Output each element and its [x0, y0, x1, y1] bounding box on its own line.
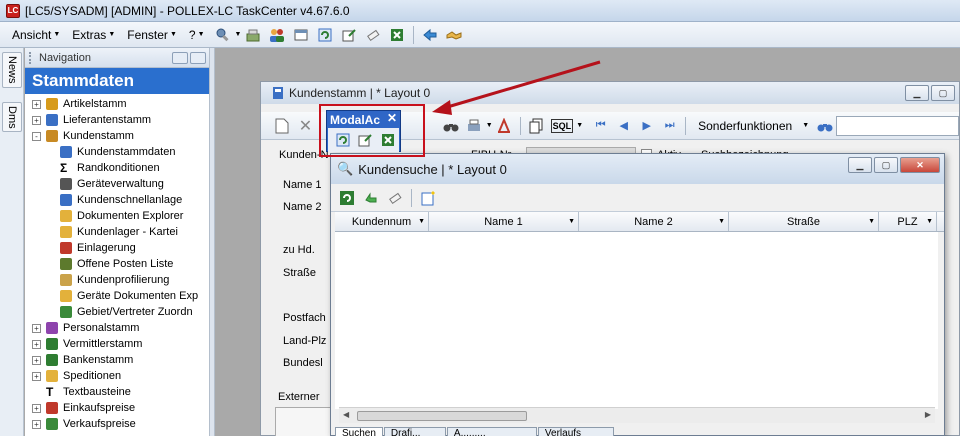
annotation-arrow-line — [443, 60, 601, 110]
annotation-arrow-head — [432, 100, 452, 115]
annotation-arrow — [432, 60, 601, 115]
